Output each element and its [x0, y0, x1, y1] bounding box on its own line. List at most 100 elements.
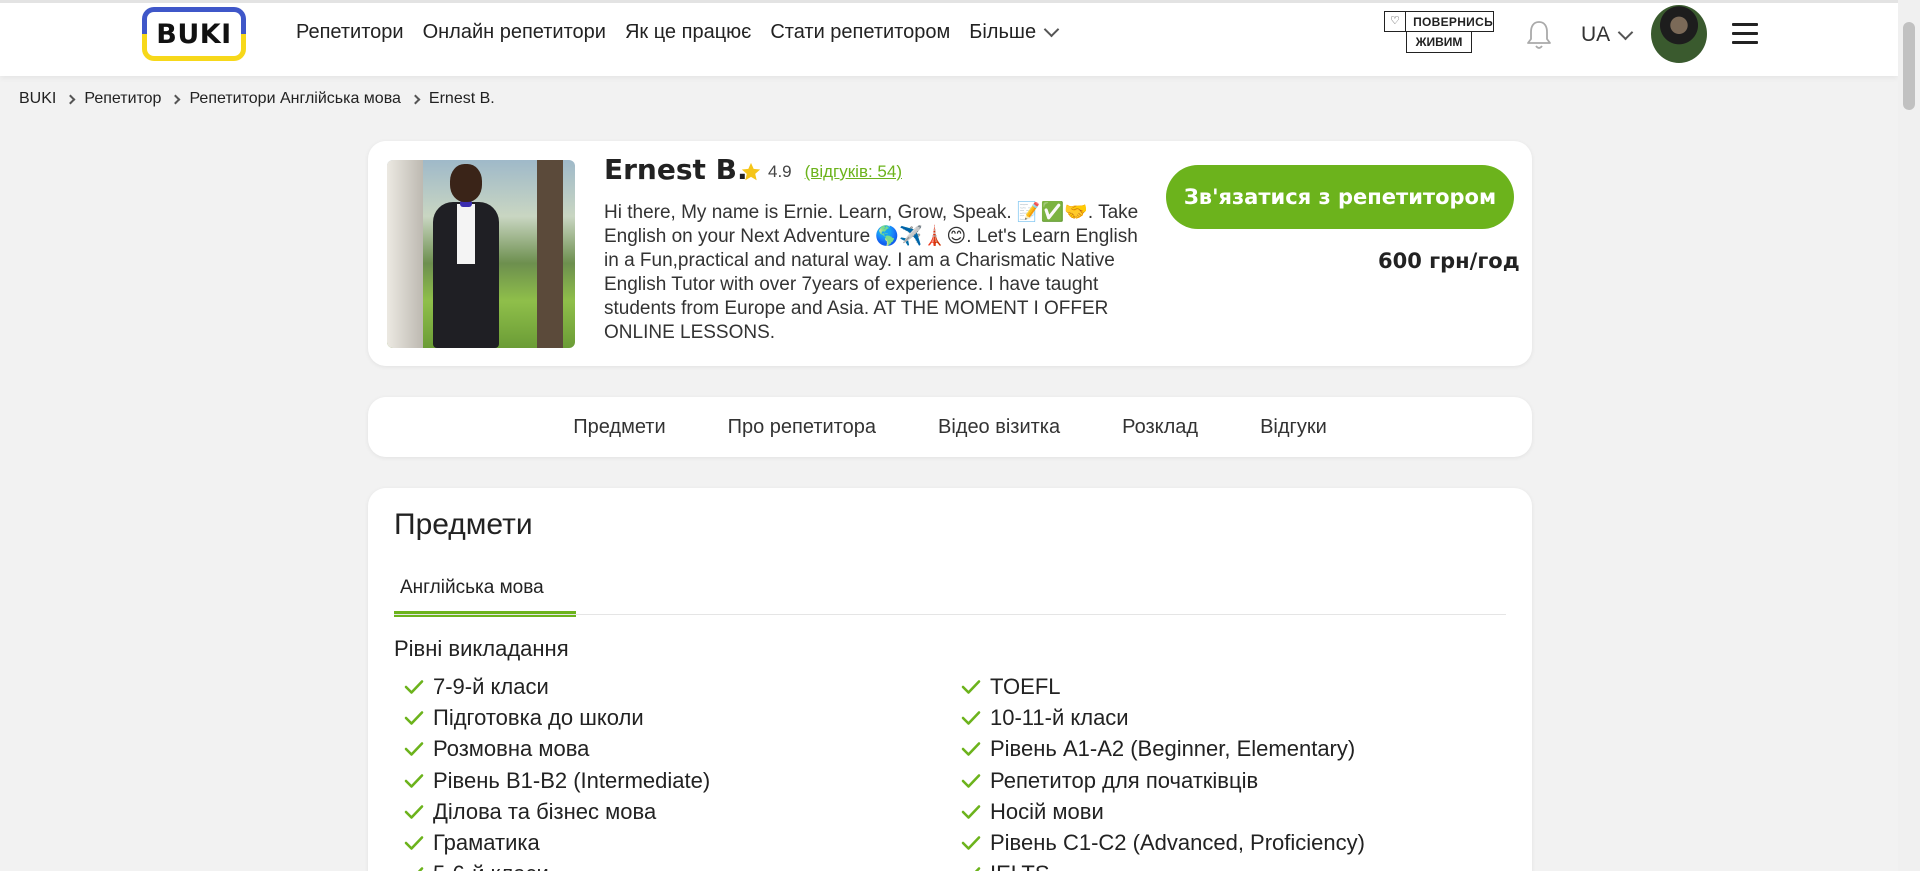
- level-label: Підготовка до школи: [433, 704, 644, 730]
- level-item: 10-11-й класи: [951, 702, 1365, 733]
- lesson-price: 600 грн/год: [1378, 249, 1520, 273]
- check-icon: [404, 742, 424, 757]
- nav-how-it-works-label: Як це працює: [624, 21, 752, 43]
- tutor-bio: Hi there, My name is Ernie. Learn, Grow,…: [604, 202, 1139, 343]
- badge-top: ♡ ПОВЕРНИСЬ: [1384, 11, 1494, 32]
- breadcrumb-current: Ernest B.: [428, 90, 495, 107]
- check-icon: [975, 867, 981, 871]
- tab-schedule[interactable]: Розклад: [1091, 416, 1229, 439]
- nav-online-tutors-label: Онлайн репетитори: [422, 21, 606, 43]
- level-label: Носій мови: [990, 798, 1104, 824]
- profile-tabs: Предмети Про репетитора Відео візитка Ро…: [368, 397, 1532, 457]
- levels-title: Рівні викладання: [394, 636, 569, 661]
- tab-reviews[interactable]: Відгуки: [1229, 416, 1358, 439]
- chevron-right-icon: [171, 94, 181, 104]
- level-item: Носій мови: [951, 796, 1365, 827]
- subjects-title: Предмети: [394, 508, 533, 541]
- tab-about[interactable]: Про репетитора: [697, 416, 907, 439]
- check-icon: [404, 711, 424, 725]
- level-item: 5-6-й класи: [394, 859, 710, 871]
- level-label: Рівень A1-A2 (Beginner, Elementary): [990, 736, 1356, 762]
- level-label: Граматика: [433, 830, 540, 856]
- check-icon: [404, 805, 424, 819]
- subject-tab-english[interactable]: Англійська мова: [394, 577, 576, 617]
- check-icon: [961, 805, 981, 819]
- bell-icon[interactable]: [1524, 19, 1554, 51]
- tab-video[interactable]: Відео візитка: [907, 416, 1091, 439]
- check-icon: [961, 836, 981, 850]
- scrollbar-thumb[interactable]: [1903, 22, 1915, 110]
- nav-tutors-label: Репетитори: [296, 21, 404, 43]
- level-label: Рівень C1-C2 (Advanced, Proficiency): [990, 830, 1365, 856]
- level-label: Розмовна мова: [433, 736, 590, 762]
- chevron-right-icon: [65, 94, 76, 104]
- check-icon: [404, 773, 424, 788]
- tutor-name: Ernest B.: [604, 153, 748, 186]
- heart-icon: ♡: [1385, 12, 1407, 31]
- check-icon: [961, 711, 981, 725]
- menu-icon[interactable]: [1732, 23, 1758, 45]
- nav-become-tutor[interactable]: Стати репетитором: [770, 21, 950, 44]
- check-icon: [404, 679, 424, 694]
- tutor-rating: 4.9 (відгуків: 54): [740, 161, 902, 183]
- level-item: Рівень B1-B2 (Intermediate): [394, 765, 710, 796]
- nav-how-it-works[interactable]: Як це працює: [625, 21, 751, 44]
- chevron-down-icon: [1043, 21, 1060, 38]
- contact-tutor-button[interactable]: Зв'язатися з репетитором: [1166, 165, 1514, 229]
- level-item: Підготовка до школи: [394, 702, 710, 733]
- breadcrumb-english-tutors[interactable]: Репетитори Англійська мова: [189, 90, 400, 108]
- level-item: 7-9-й класи: [394, 671, 710, 702]
- level-item: Ділова та бізнес мова: [394, 796, 710, 827]
- level-item: Репетитор для початківців: [951, 765, 1365, 796]
- level-item: IELTS: [951, 859, 1365, 871]
- level-label: 5-6-й класи: [433, 861, 549, 871]
- main-nav: Репетитори Онлайн репетитори Як це працю…: [296, 21, 1060, 44]
- level-label: 7-9-й класи: [433, 673, 549, 699]
- level-label: 10-11-й класи: [990, 704, 1129, 730]
- check-icon: [418, 867, 424, 871]
- tab-subjects[interactable]: Предмети: [542, 416, 696, 439]
- level-item: TOEFL: [951, 671, 1365, 702]
- level-label: IELTS: [990, 861, 1050, 871]
- level-label: TOEFL: [990, 673, 1061, 699]
- check-icon: [961, 773, 981, 788]
- top-header: BUKI Репетитори Онлайн репетитори Як це …: [0, 0, 1898, 76]
- nav-become-tutor-label: Стати репетитором: [770, 21, 951, 43]
- subjects-section: Предмети Англійська мова Рівні викладанн…: [368, 488, 1532, 871]
- user-avatar[interactable]: [1651, 5, 1707, 63]
- nav-more[interactable]: Більше: [969, 21, 1060, 44]
- level-item: Розмовна мова: [394, 734, 710, 765]
- star-icon: [741, 162, 761, 181]
- level-label: Ділова та бізнес мова: [433, 798, 657, 824]
- nav-online-tutors[interactable]: Онлайн репетитори: [423, 21, 606, 44]
- badge-top-text: ПОВЕРНИСЬ: [1413, 14, 1493, 29]
- povernys-zhyvym-badge[interactable]: ♡ ПОВЕРНИСЬ ЖИВИМ: [1384, 11, 1494, 55]
- nav-more-label: Більше: [969, 21, 1037, 43]
- language-selector[interactable]: UA: [1581, 23, 1634, 47]
- reviews-link[interactable]: (відгуків: 54): [805, 162, 902, 182]
- tutor-profile-card: Ernest B. 4.9 (відгуків: 54) Hi there, M…: [368, 141, 1532, 366]
- breadcrumb-home[interactable]: BUKI: [19, 90, 56, 108]
- levels-list-right: TOEFL 10-11-й класи Рівень A1-A2 (Beginner…: [951, 671, 1365, 871]
- check-icon: [961, 742, 981, 757]
- level-label: Репетитор для початківців: [990, 767, 1259, 793]
- nav-tutors[interactable]: Репетитори: [296, 21, 404, 44]
- chevron-down-icon: [1617, 24, 1634, 40]
- level-label: Рівень B1-B2 (Intermediate): [433, 767, 711, 793]
- scrollbar[interactable]: [1898, 0, 1920, 871]
- tutor-photo[interactable]: [387, 160, 575, 348]
- buki-logo[interactable]: BUKI: [142, 7, 246, 61]
- level-item: Рівень C1-C2 (Advanced, Proficiency): [951, 827, 1365, 858]
- rating-value: 4.9: [768, 162, 792, 181]
- language-label: UA: [1581, 23, 1611, 46]
- badge-bottom-text: ЖИВИМ: [1406, 32, 1472, 53]
- chevron-right-icon: [410, 94, 421, 104]
- logo-text: BUKI: [147, 12, 241, 56]
- breadcrumb-tutor[interactable]: Репетитор: [84, 90, 161, 108]
- divider: [394, 614, 1506, 615]
- levels-list-left: 7-9-й класи Підготовка до школи Розмовна м…: [394, 671, 710, 871]
- breadcrumb: BUKI Репетитор Репетитори Англійська мов…: [19, 90, 495, 108]
- check-icon: [961, 679, 981, 694]
- level-item: Рівень A1-A2 (Beginner, Elementary): [951, 734, 1365, 765]
- check-icon: [404, 836, 424, 850]
